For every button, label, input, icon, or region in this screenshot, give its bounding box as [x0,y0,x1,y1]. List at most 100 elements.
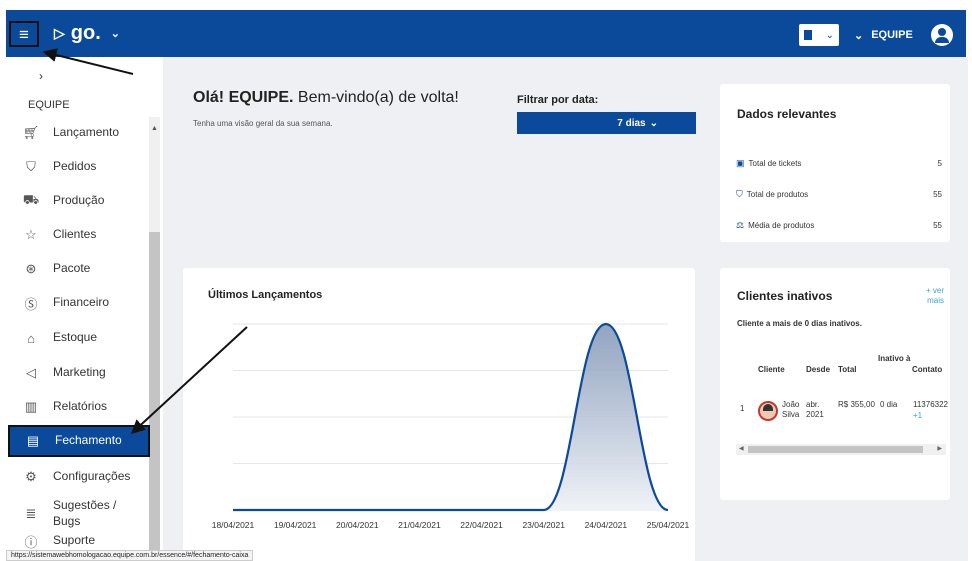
play-logo-icon: ▷ [54,25,65,41]
filter-value: 7 dias [617,117,646,129]
truck-icon: ⛟ [22,192,40,207]
row-value: 55 [933,221,942,230]
brand-logo[interactable]: ▷ go. ⌄ [54,22,120,45]
inactive-subtitle: Cliente a mais de 0 dias inativos. [737,319,862,328]
sidebar-item-relatorios[interactable]: ▥ Relatórios [8,391,148,423]
card-title: Clientes inativos [737,289,833,303]
sidebar-item-producao[interactable]: ⛟ Produção [8,185,148,217]
sidebar-item-configuracoes[interactable]: ⚙ Configurações [8,461,148,493]
sidebar-user-label: EQUIPE [28,99,70,111]
row-label: Total de tickets [748,159,802,168]
greeting-rest: Bem-vindo(a) de volta! [293,89,459,106]
megaphone-icon: ◁ [26,365,36,380]
x-tick-label: 21/04/2021 [398,520,441,530]
x-tick-label: 24/04/2021 [585,520,628,530]
inactive-clients-card: Clientes inativos + ver mais Cliente a m… [720,268,950,500]
star-icon: ☆ [25,227,37,242]
bar-chart-icon: ▥ [24,399,38,414]
menu-icon: ≡ [19,24,29,44]
cart-icon: 🛒︎ [22,125,40,140]
scrollbar-thumb[interactable] [748,446,923,453]
see-more-link[interactable]: + ver mais [920,286,944,307]
page-title: Olá! EQUIPE. Bem-vindo(a) de volta! [193,89,459,107]
relevant-data-card: Dados relevantes ▣ Total de tickets 5 ⛉ To… [720,84,950,242]
card-title: Dados relevantes [737,107,837,121]
chevron-down-icon: ⌄ [854,29,864,42]
box-icon: ⌂ [27,330,35,346]
scroll-left-icon[interactable]: ◀ [739,445,744,452]
filter-label: Filtrar por data: [517,94,599,106]
x-tick-label: 20/04/2021 [336,520,379,530]
row-index: 1 [740,404,745,413]
greeting-subtitle: Tenha uma visão geral da sua semana. [193,119,333,128]
date-filter-dropdown[interactable]: 7 dias ⌄ [517,112,696,134]
chevron-down-icon: ⌄ [825,29,834,41]
store-select[interactable]: ⌄ [799,24,839,46]
package-icon: ⊛ [25,261,37,276]
register-icon: ▤ [26,433,40,448]
x-tick-label: 18/04/2021 [212,520,255,530]
sidebar-item-pedidos[interactable]: ⛉ Pedidos [8,151,148,183]
scroll-right-icon[interactable]: ▶ [937,445,942,452]
col-header-desde: Desde [806,365,831,374]
row-value: 5 [937,159,942,168]
sidebar-item-clientes[interactable]: ☆ Clientes [8,219,148,251]
sidebar-item-fechamento[interactable]: ▤ Fechamento [8,425,150,457]
client-avatar [758,401,778,421]
x-tick-label: 23/04/2021 [522,520,565,530]
relevant-row-produtos: ⛉ Total de produtos 55 [736,189,942,200]
scroll-up-icon[interactable]: ▲ [151,125,158,132]
sidebar-item-pacote[interactable]: ⊛ Pacote [8,253,148,285]
sidebar-scrollbar[interactable]: ▲ [149,117,160,561]
sidebar-expand-button[interactable]: › [39,69,43,83]
hamburger-menu-button[interactable]: ≡ [9,21,39,47]
greeting-bold: Olá! EQUIPE. [193,89,294,106]
user-label: EQUIPE [871,29,913,41]
client-total: R$ 355,00 [838,400,875,409]
user-avatar-icon[interactable] [930,24,953,46]
col-header-contato: Contato [912,365,943,374]
col-header-inativo: Inativo à [878,354,911,363]
user-menu[interactable]: ⌄ EQUIPE [854,24,953,46]
client-since: abr. 2021 [806,400,824,419]
chevron-down-icon: ⌄ [110,28,120,40]
main-content: Olá! EQUIPE. Bem-vindo(a) de volta! Tenh… [163,57,968,561]
ticket-icon: ▣ [736,158,745,168]
scrollbar-thumb[interactable] [149,232,160,561]
client-inactive: 0 dia [880,400,898,409]
list-icon: ≣ [25,506,37,521]
status-bar-url: https://sistemawebhomologacao.equipe.com… [6,550,254,561]
launches-chart-card: Últimos Lançamentos 18/04/2021 19/04/2021… [183,268,695,561]
sidebar-item-sugestoes[interactable]: ≣ Sugestões / Bugs [8,495,148,533]
gear-icon: ⚙ [25,469,37,484]
client-name[interactable]: João Silva [782,400,806,420]
sidebar: › EQUIPE ▲ 🛒︎ Lançamento ⛉ Pedidos ⛟ Produç… [6,57,163,561]
logo-text: go. [70,22,101,44]
client-contact[interactable]: 11376322 [913,400,948,410]
row-label: Total de produtos [746,190,809,199]
x-tick-label: 22/04/2021 [460,520,503,530]
sidebar-item-lancamento[interactable]: 🛒︎ Lançamento [8,117,148,149]
sidebar-item-estoque[interactable]: ⌂ Estoque [8,322,148,354]
sidebar-item-marketing[interactable]: ◁ Marketing [8,357,148,389]
store-icon [804,30,812,40]
client-contact-extra[interactable]: +1 [913,411,922,421]
row-label: Média de produtos [748,221,815,230]
col-header-total: Total [838,365,857,374]
row-value: 55 [933,190,942,199]
top-bar: ≡ ▷ go. ⌄ ⌄ ⌄ EQUIPE [6,10,966,57]
table-horizontal-scrollbar[interactable]: ◀ ▶ [736,444,946,455]
x-tick-label: 25/04/2021 [647,520,690,530]
dollar-icon: Ⓢ [24,296,38,312]
shirt-icon: ⛉ [736,189,743,199]
relevant-row-media: ⚖ Média de produtos 55 [736,220,942,231]
chevron-down-icon: ⌄ [649,117,658,129]
sidebar-item-suporte[interactable]: ⓘ Suporte [8,531,148,551]
shirt-icon: ⛉ [26,159,36,174]
launches-chart: 18/04/2021 19/04/2021 20/04/2021 21/04/2021… [212,322,690,530]
x-tick-label: 19/04/2021 [274,520,317,530]
sidebar-item-financeiro[interactable]: Ⓢ Financeiro [8,287,148,319]
relevant-row-tickets: ▣ Total de tickets 5 [736,158,942,169]
scale-icon: ⚖ [736,220,745,230]
col-header-cliente: Cliente [758,365,785,374]
